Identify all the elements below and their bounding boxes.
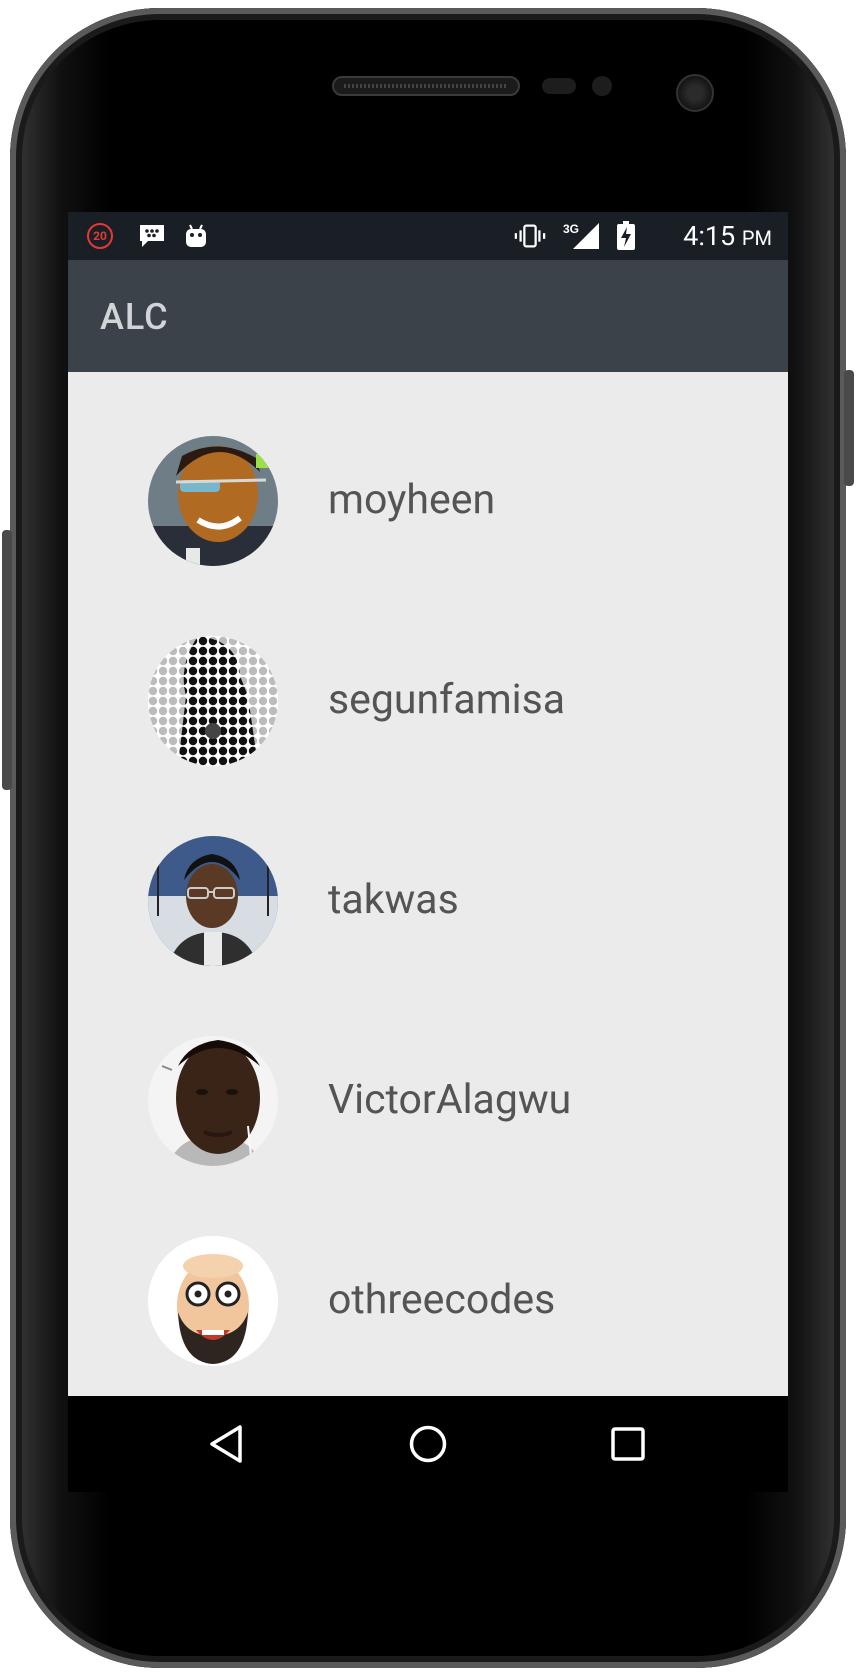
list-item[interactable]: VictorAlagwu	[68, 972, 788, 1172]
screen: 20 3G 4:15 PM ALC moyheen segunfamisa ta…	[68, 212, 788, 1492]
status-clock: 4:15 PM	[683, 220, 772, 254]
app-title: ALC	[100, 296, 169, 338]
notification-count-icon: 20	[84, 220, 116, 252]
avatar	[148, 836, 278, 966]
username: VictorAlagwu	[328, 1076, 572, 1124]
recents-icon[interactable]	[598, 1416, 658, 1472]
username: takwas	[328, 876, 459, 924]
avatar	[148, 1036, 278, 1166]
bbm-message-icon	[136, 220, 168, 252]
username: othreecodes	[328, 1276, 556, 1324]
network-label: 3G	[563, 222, 579, 236]
list-item[interactable]: moyheen	[68, 372, 788, 572]
android-debug-icon	[180, 220, 212, 252]
battery-charging-icon	[610, 220, 642, 252]
home-icon[interactable]	[398, 1416, 458, 1472]
vibrate-icon	[514, 220, 546, 252]
list-item[interactable]: segunfamisa	[68, 572, 788, 772]
user-list[interactable]: moyheen segunfamisa takwas VictorAlagwu …	[68, 372, 788, 1371]
avatar	[148, 1236, 278, 1366]
clock-time: 4:15	[683, 220, 736, 252]
status-bar: 20 3G 4:15 PM	[68, 212, 788, 260]
username: moyheen	[328, 476, 496, 524]
back-icon[interactable]	[196, 1416, 256, 1472]
avatar	[148, 636, 278, 766]
notification-count: 20	[87, 223, 113, 249]
list-item[interactable]: othreecodes	[68, 1172, 788, 1371]
proximity-sensor	[542, 78, 576, 94]
phone-volume-button	[2, 530, 12, 790]
front-camera	[676, 74, 714, 112]
avatar	[148, 436, 278, 566]
list-item[interactable]: takwas	[68, 772, 788, 972]
phone-power-button	[844, 370, 854, 486]
light-sensor	[592, 76, 612, 96]
clock-ampm: PM	[741, 226, 772, 250]
network-3g-signal-icon: 3G	[562, 220, 602, 252]
username: segunfamisa	[328, 676, 566, 724]
earpiece-speaker	[332, 76, 520, 96]
navigation-bar	[68, 1396, 788, 1492]
app-bar: ALC	[68, 260, 788, 372]
